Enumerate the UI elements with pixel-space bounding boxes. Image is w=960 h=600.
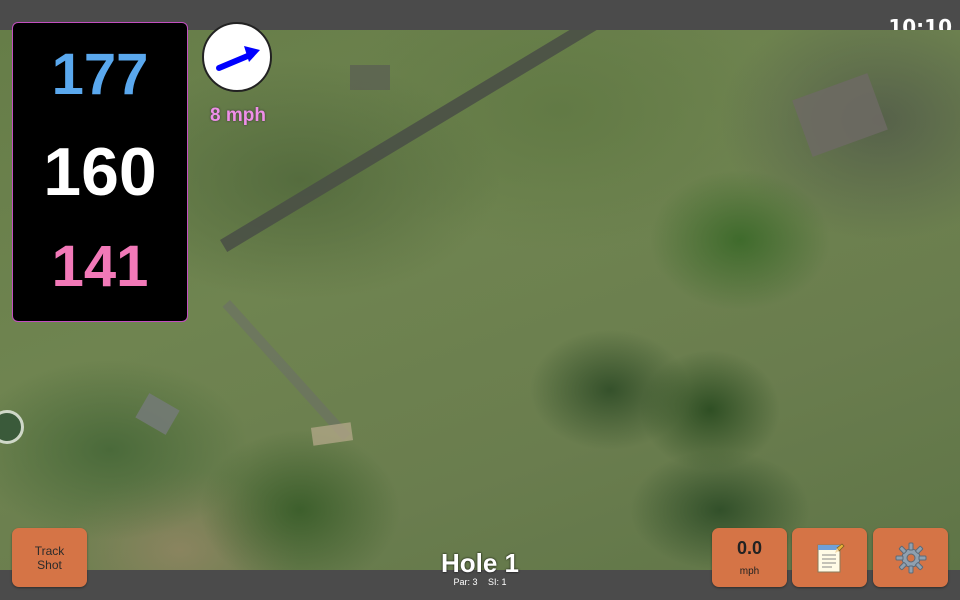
track-shot-label-line1: Track [34,543,65,558]
notepad-icon [817,542,845,572]
speed-unit: mph [739,566,760,577]
gear-icon [895,542,926,573]
wind-speed: 8 mph [210,105,266,126]
map-building [792,73,888,157]
middle-distance: 160 [43,134,157,210]
back-distance: 177 [51,42,149,107]
hole-par: Par: 3 [453,577,478,587]
hole-info: Par: 3 SI: 1 [380,577,580,587]
speed-button[interactable]: 0.0 mph [712,528,787,587]
wind-direction-dial [202,22,272,92]
track-shot-button[interactable]: Track Shot [12,528,87,587]
track-shot-label-line2: Shot [37,557,62,572]
map-building [350,65,390,90]
hole-stroke-index: SI: 1 [488,577,507,587]
map-road [220,30,733,253]
speed-value: 0.0 [736,538,763,558]
distance-panel[interactable]: 177 160 141 [12,22,188,322]
front-distance: 141 [51,234,149,299]
map-pool [0,410,24,444]
arrow-icon [216,46,260,71]
map-building [135,393,180,435]
map-bunker [310,422,354,446]
hole-title: Hole 1 [440,548,520,578]
map-driveway [222,300,351,441]
settings-button[interactable] [873,528,948,587]
notes-button[interactable] [792,528,867,587]
